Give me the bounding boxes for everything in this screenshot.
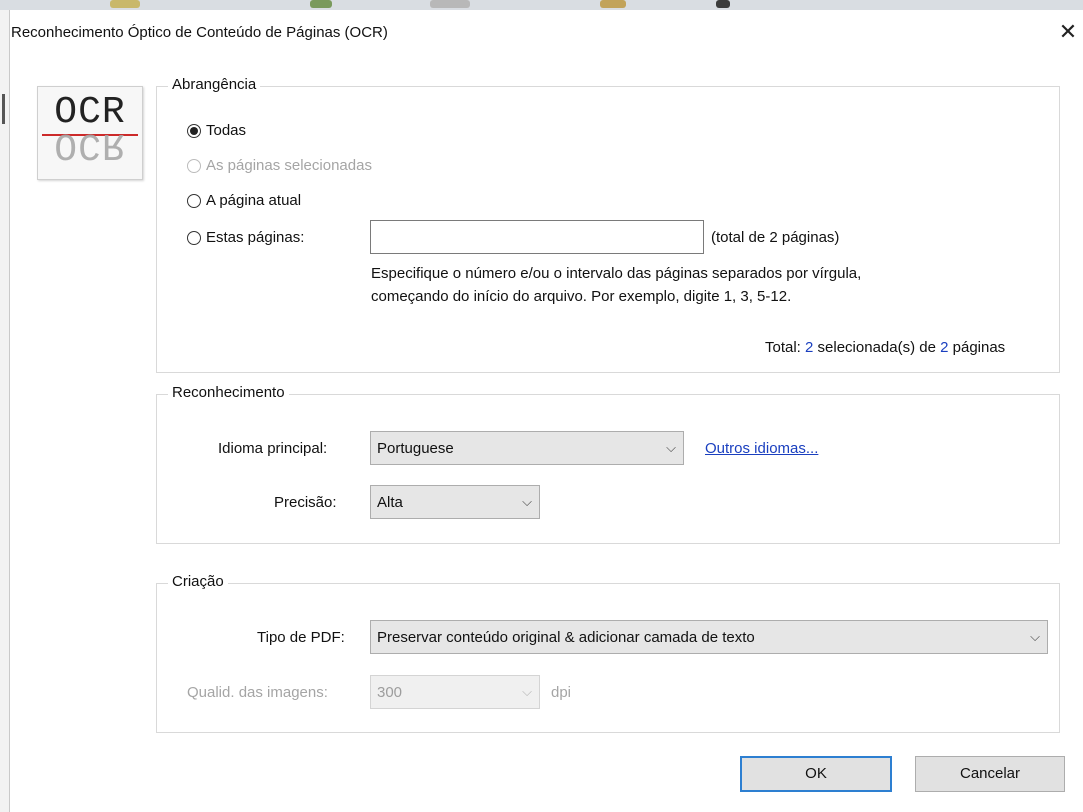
- page-range-input[interactable]: [370, 220, 704, 254]
- image-quality-select: 300 ⌵: [370, 675, 540, 709]
- page-range-help-line-1: Especifique o número e/ou o intervalo da…: [371, 265, 862, 282]
- creation-legend: Criação: [168, 573, 228, 590]
- chevron-down-icon: ⌵: [1030, 629, 1040, 644]
- close-icon[interactable]: ✕: [1056, 20, 1080, 44]
- radio-selected-pages: [187, 158, 201, 173]
- scope-option-range-label: Estas páginas:: [206, 229, 305, 246]
- image-quality-select-value: 300: [377, 683, 403, 701]
- ok-button[interactable]: OK: [740, 756, 892, 792]
- total-pages-hint: (total de 2 páginas): [711, 229, 840, 246]
- ocr-dialog: Reconhecimento Óptico de Conteúdo de Pág…: [10, 10, 1083, 812]
- pdf-type-label: Tipo de PDF:: [257, 629, 345, 646]
- accuracy-label: Precisão:: [274, 494, 337, 511]
- scope-option-all[interactable]: Todas: [187, 122, 246, 139]
- creation-group: [156, 583, 1060, 733]
- background-window-edge: [0, 10, 10, 812]
- page-range-help-line-2: começando do início do arquivo. Por exem…: [371, 288, 792, 305]
- image-quality-unit: dpi: [551, 684, 572, 701]
- radio-all[interactable]: [187, 123, 201, 138]
- image-quality-label: Qualid. das imagens:: [187, 684, 328, 701]
- language-label: Idioma principal:: [218, 440, 328, 457]
- pdf-type-select[interactable]: Preservar conteúdo original & adicionar …: [370, 620, 1048, 654]
- scope-legend: Abrangência: [168, 76, 261, 93]
- background-window-strip: [0, 0, 1083, 10]
- scope-option-selected: As páginas selecionadas: [187, 157, 372, 174]
- recognition-legend: Reconhecimento: [168, 384, 289, 401]
- language-select[interactable]: Portuguese ⌵: [370, 431, 684, 465]
- scope-option-current[interactable]: A página atual: [187, 192, 301, 209]
- ocr-logo: OCR OCR: [37, 86, 143, 180]
- radio-page-range[interactable]: [187, 230, 201, 245]
- recognition-group: [156, 394, 1060, 544]
- cancel-button[interactable]: Cancelar: [915, 756, 1065, 792]
- scope-option-selected-label: As páginas selecionadas: [206, 157, 372, 174]
- other-languages-link[interactable]: Outros idiomas...: [705, 440, 818, 457]
- dialog-title: Reconhecimento Óptico de Conteúdo de Pág…: [11, 24, 388, 41]
- selection-summary: Total: 2 selecionada(s) de 2 páginas: [765, 339, 1006, 356]
- chevron-down-icon: ⌵: [522, 494, 532, 509]
- ocr-logo-reflection: OCR: [54, 128, 126, 164]
- radio-current-page[interactable]: [187, 193, 201, 208]
- chevron-down-icon: ⌵: [666, 440, 676, 455]
- ocr-logo-text: OCR: [54, 91, 126, 134]
- accuracy-select-value: Alta: [377, 493, 403, 511]
- accuracy-select[interactable]: Alta ⌵: [370, 485, 540, 519]
- scope-option-all-label: Todas: [206, 122, 247, 139]
- pdf-type-select-value: Preservar conteúdo original & adicionar …: [377, 628, 755, 646]
- scope-option-current-label: A página atual: [206, 192, 302, 209]
- chevron-down-icon: ⌵: [522, 684, 532, 699]
- language-select-value: Portuguese: [377, 439, 454, 457]
- scope-option-range[interactable]: Estas páginas:: [187, 229, 304, 246]
